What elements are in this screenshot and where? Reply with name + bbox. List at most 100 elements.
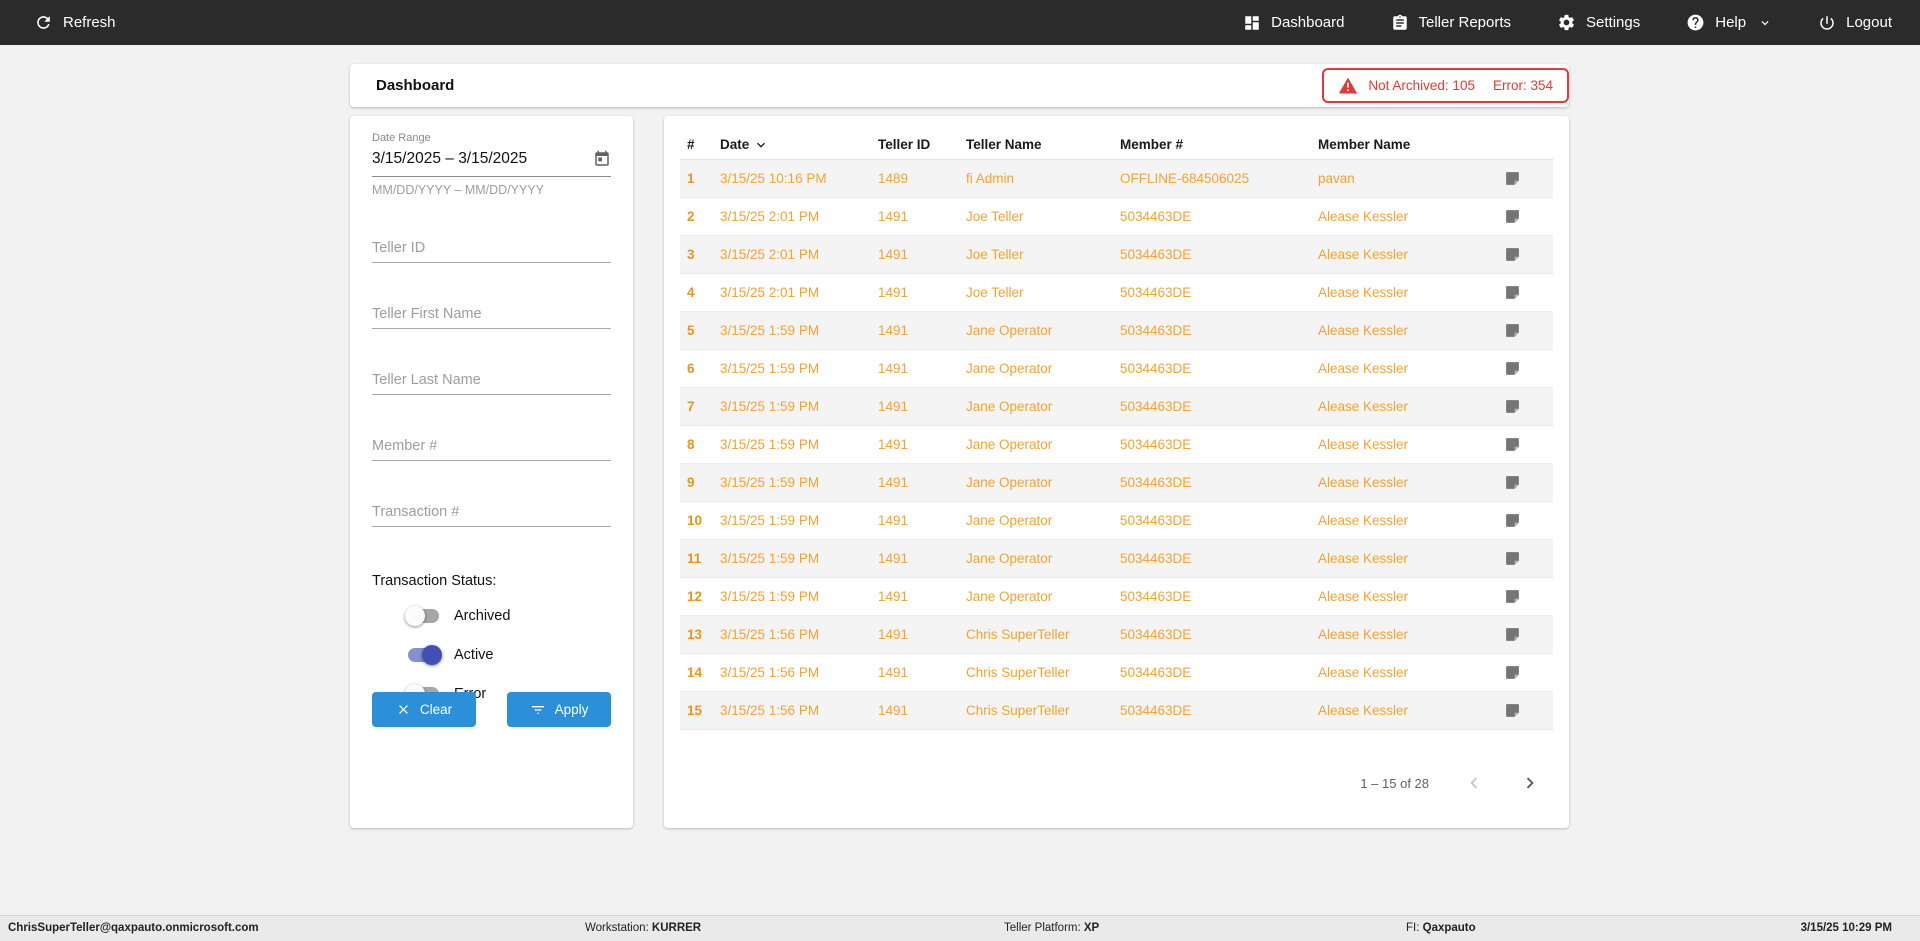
row-teller-name: Jane Operator bbox=[966, 551, 1120, 566]
table-row[interactable]: 1 3/15/25 10:16 PM 1489 fi Admin OFFLINE… bbox=[680, 160, 1553, 198]
note-icon[interactable] bbox=[1504, 398, 1521, 415]
row-date: 3/15/25 2:01 PM bbox=[720, 209, 878, 224]
table-row[interactable]: 6 3/15/25 1:59 PM 1491 Jane Operator 503… bbox=[680, 350, 1553, 388]
note-icon[interactable] bbox=[1504, 626, 1521, 643]
workstation-info: Workstation: KURRER bbox=[585, 922, 701, 934]
row-member-name: Alease Kessler bbox=[1318, 323, 1492, 338]
transaction-number-input[interactable] bbox=[372, 502, 611, 527]
row-teller-id: 1491 bbox=[878, 627, 966, 642]
row-date: 3/15/25 1:59 PM bbox=[720, 361, 878, 376]
row-teller-name: Jane Operator bbox=[966, 361, 1120, 376]
transaction-status-label: Transaction Status: bbox=[372, 573, 611, 589]
note-icon[interactable] bbox=[1504, 208, 1521, 225]
note-icon[interactable] bbox=[1504, 436, 1521, 453]
row-number: 3 bbox=[680, 247, 720, 262]
row-number: 8 bbox=[680, 437, 720, 452]
table-row[interactable]: 11 3/15/25 1:59 PM 1491 Jane Operator 50… bbox=[680, 540, 1553, 578]
note-icon[interactable] bbox=[1504, 702, 1521, 719]
row-date: 3/15/25 1:59 PM bbox=[720, 513, 878, 528]
row-teller-id: 1491 bbox=[878, 285, 966, 300]
row-note-cell bbox=[1492, 588, 1553, 605]
row-teller-name: Jane Operator bbox=[966, 437, 1120, 452]
row-member-num: 5034463DE bbox=[1120, 361, 1318, 376]
row-note-cell bbox=[1492, 284, 1553, 301]
note-icon[interactable] bbox=[1504, 246, 1521, 263]
table-row[interactable]: 5 3/15/25 1:59 PM 1491 Jane Operator 503… bbox=[680, 312, 1553, 350]
column-header-teller-id: Teller ID bbox=[878, 137, 966, 152]
note-icon[interactable] bbox=[1504, 512, 1521, 529]
table-row[interactable]: 13 3/15/25 1:56 PM 1491 Chris SuperTelle… bbox=[680, 616, 1553, 654]
page-title: Dashboard bbox=[376, 77, 454, 94]
row-date: 3/15/25 1:59 PM bbox=[720, 551, 878, 566]
table-row[interactable]: 3 3/15/25 2:01 PM 1491 Joe Teller 503446… bbox=[680, 236, 1553, 274]
nav-help[interactable]: Help bbox=[1686, 13, 1772, 32]
table-row[interactable]: 9 3/15/25 1:59 PM 1491 Jane Operator 503… bbox=[680, 464, 1553, 502]
row-note-cell bbox=[1492, 322, 1553, 339]
column-header-date[interactable]: Date bbox=[720, 137, 878, 153]
refresh-button[interactable]: Refresh bbox=[34, 13, 116, 32]
row-teller-id: 1491 bbox=[878, 551, 966, 566]
clipboard-icon bbox=[1391, 14, 1409, 32]
nav-logout[interactable]: Logout bbox=[1818, 14, 1892, 32]
row-member-num: 5034463DE bbox=[1120, 437, 1318, 452]
row-teller-id: 1491 bbox=[878, 247, 966, 262]
note-icon[interactable] bbox=[1504, 170, 1521, 187]
row-teller-name: Jane Operator bbox=[966, 475, 1120, 490]
row-member-num: 5034463DE bbox=[1120, 285, 1318, 300]
note-icon[interactable] bbox=[1504, 284, 1521, 301]
column-header-teller-name: Teller Name bbox=[966, 137, 1120, 152]
nav-teller-reports[interactable]: Teller Reports bbox=[1391, 14, 1512, 32]
row-member-name: Alease Kessler bbox=[1318, 589, 1492, 604]
note-icon[interactable] bbox=[1504, 664, 1521, 681]
calendar-icon[interactable] bbox=[593, 150, 611, 168]
active-toggle[interactable] bbox=[405, 645, 442, 665]
table-row[interactable]: 15 3/15/25 1:56 PM 1491 Chris SuperTelle… bbox=[680, 692, 1553, 730]
row-member-num: 5034463DE bbox=[1120, 589, 1318, 604]
row-member-num: 5034463DE bbox=[1120, 323, 1318, 338]
row-date: 3/15/25 1:59 PM bbox=[720, 323, 878, 338]
note-icon[interactable] bbox=[1504, 322, 1521, 339]
row-teller-name: Jane Operator bbox=[966, 399, 1120, 414]
table-row[interactable]: 12 3/15/25 1:59 PM 1491 Jane Operator 50… bbox=[680, 578, 1553, 616]
refresh-label: Refresh bbox=[63, 14, 116, 31]
clear-button[interactable]: Clear bbox=[372, 692, 476, 727]
date-range-field[interactable]: 3/15/2025 – 3/15/2025 bbox=[372, 150, 611, 177]
row-member-num: 5034463DE bbox=[1120, 209, 1318, 224]
archived-toggle[interactable] bbox=[405, 606, 442, 626]
table-row[interactable]: 8 3/15/25 1:59 PM 1491 Jane Operator 503… bbox=[680, 426, 1553, 464]
apply-button[interactable]: Apply bbox=[507, 692, 611, 727]
note-icon[interactable] bbox=[1504, 474, 1521, 491]
table-row[interactable]: 4 3/15/25 2:01 PM 1491 Joe Teller 503446… bbox=[680, 274, 1553, 312]
row-member-num: 5034463DE bbox=[1120, 627, 1318, 642]
nav-settings[interactable]: Settings bbox=[1557, 13, 1640, 32]
row-number: 15 bbox=[680, 703, 720, 718]
next-page-button[interactable] bbox=[1519, 772, 1541, 794]
nav-dashboard[interactable]: Dashboard bbox=[1243, 14, 1344, 32]
note-icon[interactable] bbox=[1504, 360, 1521, 377]
row-member-name: Alease Kessler bbox=[1318, 285, 1492, 300]
note-icon[interactable] bbox=[1504, 588, 1521, 605]
row-note-cell bbox=[1492, 664, 1553, 681]
nav-help-label: Help bbox=[1715, 14, 1746, 31]
workstation-value: KURRER bbox=[652, 922, 701, 934]
note-icon[interactable] bbox=[1504, 550, 1521, 567]
row-teller-id: 1491 bbox=[878, 703, 966, 718]
row-teller-name: Jane Operator bbox=[966, 513, 1120, 528]
table-row[interactable]: 7 3/15/25 1:59 PM 1491 Jane Operator 503… bbox=[680, 388, 1553, 426]
date-range-label: Date Range bbox=[372, 132, 611, 144]
error-count: Error: 354 bbox=[1493, 78, 1553, 93]
teller-last-name-input[interactable] bbox=[372, 370, 611, 395]
table-row[interactable]: 14 3/15/25 1:56 PM 1491 Chris SuperTelle… bbox=[680, 654, 1553, 692]
apply-button-label: Apply bbox=[555, 702, 589, 717]
status-alert-badge[interactable]: Not Archived: 105 Error: 354 bbox=[1322, 68, 1569, 103]
column-header-num: # bbox=[680, 137, 720, 152]
teller-id-input[interactable] bbox=[372, 238, 611, 263]
table-row[interactable]: 2 3/15/25 2:01 PM 1491 Joe Teller 503446… bbox=[680, 198, 1553, 236]
current-datetime: 3/15/25 10:29 PM bbox=[1801, 922, 1892, 934]
row-teller-name: Jane Operator bbox=[966, 589, 1120, 604]
row-date: 3/15/25 1:56 PM bbox=[720, 627, 878, 642]
table-row[interactable]: 10 3/15/25 1:59 PM 1491 Jane Operator 50… bbox=[680, 502, 1553, 540]
previous-page-button[interactable] bbox=[1463, 772, 1485, 794]
teller-first-name-input[interactable] bbox=[372, 304, 611, 329]
member-number-input[interactable] bbox=[372, 436, 611, 461]
